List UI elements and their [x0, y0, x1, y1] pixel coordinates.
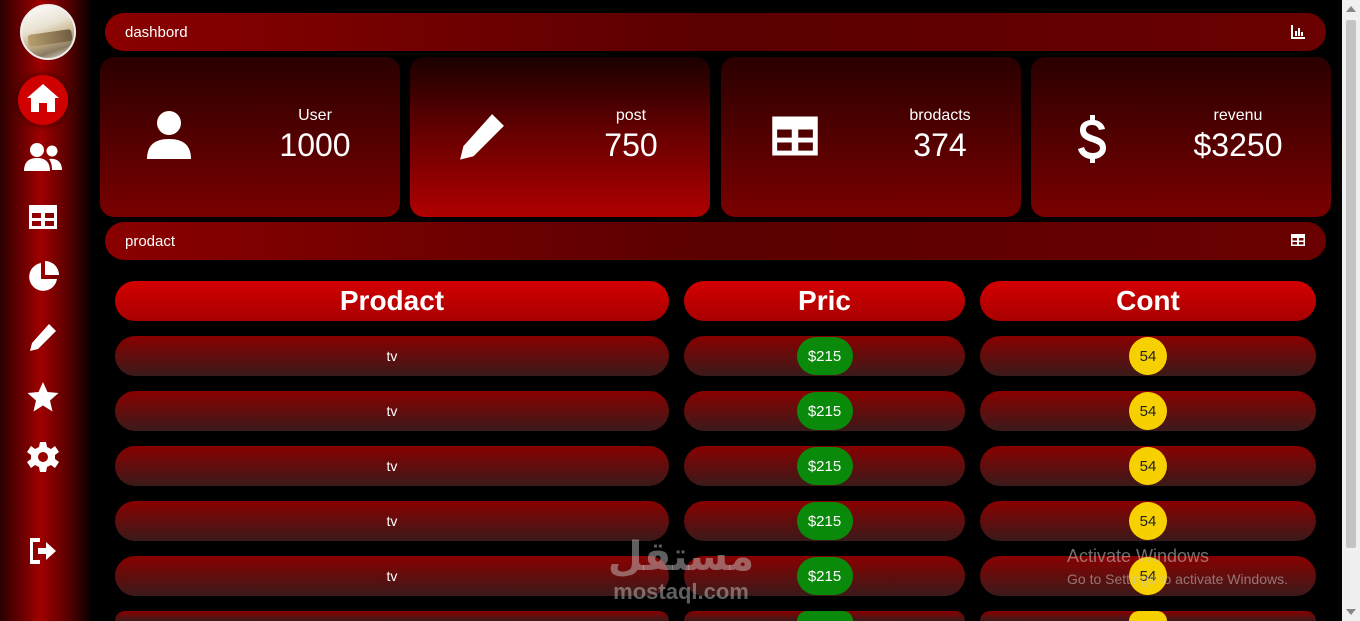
stat-value: 750	[604, 127, 658, 163]
star-icon	[26, 381, 60, 418]
bar-chart-icon[interactable]	[1290, 24, 1306, 44]
stat-label: User	[298, 107, 332, 124]
activate-title: Activate Windows	[1067, 546, 1210, 566]
dashboard-page: dashbord User 1000 post 750 brodacts 374	[0, 0, 1360, 621]
stat-value: 374	[913, 127, 967, 163]
mostaql-watermark: مستقل mostaql.com	[598, 535, 764, 605]
scroll-down-arrow-icon[interactable]	[1346, 609, 1356, 615]
product-cell	[115, 611, 669, 621]
pie-chart-icon	[26, 260, 60, 299]
header-bar: dashbord	[105, 13, 1326, 51]
count-cell: 54	[980, 446, 1316, 486]
nav-users[interactable]	[18, 134, 68, 184]
user-icon	[145, 109, 193, 166]
stat-label: brodacts	[909, 107, 971, 124]
count-badge	[1129, 611, 1167, 621]
dollar-icon	[1076, 113, 1108, 170]
count-badge: 54	[1129, 447, 1167, 485]
sidebar	[0, 0, 90, 621]
count-badge: 54	[1129, 337, 1167, 375]
scroll-thumb[interactable]	[1346, 20, 1356, 548]
gear-icon	[27, 441, 59, 478]
count-cell	[980, 611, 1316, 621]
section-title: prodact	[125, 232, 176, 250]
price-badge	[796, 611, 853, 621]
stat-card-products[interactable]: brodacts 374	[721, 57, 1021, 217]
price-cell: $215	[684, 446, 965, 486]
price-badge: $215	[796, 392, 853, 430]
count-cell: 54	[980, 336, 1316, 376]
price-cell: $215	[684, 336, 965, 376]
price-cell: $215	[684, 391, 965, 431]
page-title: dashbord	[125, 23, 188, 41]
count-badge: 54	[1129, 502, 1167, 540]
product-cell: tv	[115, 391, 669, 431]
nav-table[interactable]	[18, 194, 68, 244]
product-cell: tv	[115, 446, 669, 486]
pencil-icon	[27, 321, 59, 358]
stat-label: post	[615, 107, 647, 124]
activate-subtitle: Go to Settings to activate Windows.	[1067, 571, 1288, 587]
product-cell: tv	[115, 556, 669, 596]
product-cell: tv	[115, 501, 669, 541]
nav-home[interactable]	[18, 75, 68, 125]
table-icon	[27, 203, 59, 236]
count-cell: 54	[980, 501, 1316, 541]
count-badge: 54	[1129, 392, 1167, 430]
pencil-icon	[455, 109, 509, 168]
logout-icon	[26, 536, 60, 571]
price-badge: $215	[796, 502, 853, 540]
price-badge: $215	[796, 337, 853, 375]
scroll-up-arrow-icon[interactable]	[1346, 6, 1356, 12]
column-header-price[interactable]: Pric	[684, 281, 965, 321]
price-badge: $215	[796, 447, 853, 485]
count-cell: 54	[980, 391, 1316, 431]
table-icon[interactable]	[1290, 233, 1306, 251]
stat-card-users[interactable]: User 1000	[100, 57, 400, 217]
mostaql-url-text: mostaql.com	[613, 579, 749, 604]
stat-card-posts[interactable]: post 750	[410, 57, 710, 217]
section-bar: prodact	[105, 222, 1326, 260]
users-icon	[23, 142, 63, 177]
stat-label: revenu	[1213, 107, 1263, 124]
column-header-count[interactable]: Cont	[980, 281, 1316, 321]
home-icon	[25, 82, 61, 119]
stat-value: $3250	[1193, 127, 1283, 163]
price-cell	[684, 611, 965, 621]
stat-value: 1000	[279, 127, 351, 163]
avatar[interactable]	[20, 4, 76, 60]
nav-charts[interactable]	[18, 254, 68, 304]
table-icon	[769, 113, 821, 164]
price-badge: $215	[796, 557, 853, 595]
activate-windows-watermark: Activate Windows Go to Settings to activ…	[1067, 546, 1288, 587]
scrollbar[interactable]	[1342, 0, 1360, 621]
nav-logout[interactable]	[18, 528, 68, 578]
nav-settings[interactable]	[18, 434, 68, 484]
column-header-product[interactable]: Prodact	[115, 281, 669, 321]
nav-favorites[interactable]	[18, 374, 68, 424]
stat-card-revenue[interactable]: revenu $3250	[1031, 57, 1331, 217]
nav-edit[interactable]	[18, 314, 68, 364]
mostaql-arabic-text: مستقل	[607, 534, 755, 580]
product-cell: tv	[115, 336, 669, 376]
